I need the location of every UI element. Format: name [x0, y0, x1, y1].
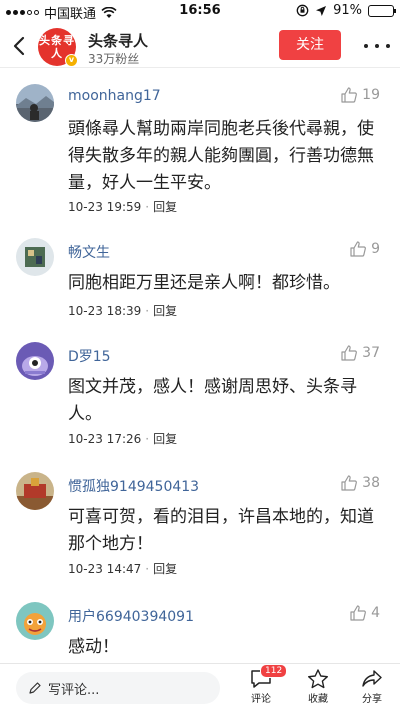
comment-time: 10-23 18:39 [68, 304, 142, 318]
back-button[interactable] [6, 30, 34, 62]
battery-percent: 91% [333, 3, 362, 18]
favorite-button[interactable]: 收藏 [298, 668, 338, 705]
share-button[interactable]: 分享 [352, 668, 392, 705]
like-count: 38 [362, 475, 380, 491]
avatar[interactable] [16, 342, 54, 380]
battery-icon [368, 4, 396, 17]
like-count: 19 [362, 87, 380, 103]
like-button[interactable]: 37 [340, 344, 380, 362]
comment-time: 10-23 14:47 [68, 562, 142, 576]
comment-meta: 10-23 14:47 · 回复 [68, 562, 178, 576]
avatar[interactable] [16, 472, 54, 510]
like-button[interactable]: 4 [349, 604, 380, 622]
like-button[interactable]: 38 [340, 474, 380, 492]
verified-badge-icon: v [65, 54, 78, 67]
follow-button[interactable]: 关注 [279, 30, 341, 60]
write-comment-input[interactable]: 写评论... [16, 672, 220, 704]
back-arrow-icon [13, 36, 25, 56]
share-icon [362, 670, 382, 687]
comment-username[interactable]: moonhang17 [68, 88, 161, 104]
comment-text: 感动！ [68, 637, 119, 657]
article-header: 头条寻人 v 头条寻人 33万粉丝 关注 [0, 24, 400, 68]
like-count: 4 [371, 605, 380, 621]
location-icon [316, 5, 327, 16]
comment-username[interactable]: 畅文生 [68, 242, 110, 262]
pen-icon [29, 682, 41, 694]
star-icon [308, 669, 328, 689]
account-name[interactable]: 头条寻人 [88, 30, 148, 51]
comment-username[interactable]: 用户66940394091 [68, 606, 194, 626]
avatar[interactable] [16, 84, 54, 122]
write-comment-placeholder: 写评论... [48, 682, 100, 698]
bottom-toolbar: 写评论... 112 评论 收藏 分享 [0, 663, 400, 711]
account-avatar[interactable]: 头条寻人 v [38, 28, 78, 67]
like-button[interactable]: 19 [340, 86, 380, 104]
reply-button[interactable]: 回复 [153, 200, 177, 214]
follower-count: 33万粉丝 [88, 52, 140, 66]
comments-button[interactable]: 112 评论 [241, 664, 288, 705]
status-bar: 中国联通 16:56 91% [0, 0, 400, 24]
reply-button[interactable]: 回复 [153, 562, 177, 576]
comment-time: 10-23 17:26 [68, 432, 142, 446]
like-count: 37 [362, 345, 380, 361]
comment-time: 10-23 19:59 [68, 200, 142, 214]
comment-meta: 10-23 18:39 · 回复 [68, 304, 178, 318]
avatar[interactable] [16, 238, 54, 276]
comment-username[interactable]: D罗15 [68, 346, 111, 366]
comment-meta: 10-23 17:26 · 回复 [68, 432, 178, 446]
rotation-lock-icon [296, 4, 309, 17]
like-button[interactable]: 9 [349, 240, 380, 258]
comment-text: 同胞相距万里还是亲人啊！都珍惜。 [68, 273, 340, 293]
comment-text: 可喜可贺，看的泪目，许昌本地的，知道那个地方！ [68, 507, 374, 554]
avatar[interactable] [16, 602, 54, 640]
favorite-label: 收藏 [308, 694, 328, 705]
comment-count-badge: 112 [260, 664, 288, 678]
reply-button[interactable]: 回复 [153, 304, 177, 318]
status-right: 91% [296, 3, 396, 18]
comment-meta: 10-23 19:59 · 回复 [68, 200, 178, 214]
thumbs-up-icon [341, 87, 358, 103]
more-options-button[interactable] [364, 38, 390, 54]
comment-username[interactable]: 惯孤独9149450413 [68, 476, 199, 496]
like-count: 9 [371, 241, 380, 257]
comment-text: 頭條尋人幫助兩岸同胞老兵後代尋親，使得失散多年的親人能夠團圓，行善功德無量，好人… [68, 119, 374, 193]
comment-text: 图文并茂，感人！感谢周思妤、头条寻人。 [68, 377, 357, 424]
thumbs-up-icon [341, 475, 358, 491]
thumbs-up-icon [341, 345, 358, 361]
comment-label: 评论 [251, 694, 271, 705]
reply-button[interactable]: 回复 [153, 432, 177, 446]
share-label: 分享 [362, 694, 382, 705]
thumbs-up-icon [350, 605, 367, 621]
thumbs-up-icon [350, 241, 367, 257]
